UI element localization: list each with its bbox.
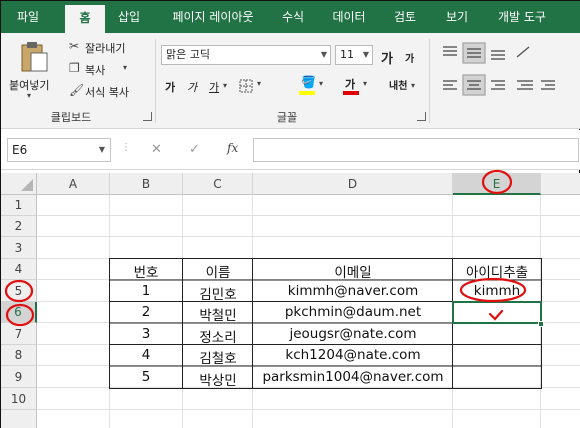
- insert-function-button[interactable]: fx: [227, 141, 238, 155]
- increase-font-button[interactable]: 가: [381, 48, 393, 67]
- format-painter-button[interactable]: 🖌 서식 복사: [67, 83, 147, 101]
- phonetic-button[interactable]: 내천: [389, 77, 407, 92]
- underline-dropdown-icon[interactable]: ▾: [223, 81, 227, 90]
- table-header-cell[interactable]: 아이디추출: [453, 261, 541, 281]
- table-cell[interactable]: parksmin1004@naver.com: [253, 369, 453, 385]
- chevron-down-icon: ▾: [257, 79, 262, 88]
- italic-button[interactable]: 가: [187, 79, 197, 95]
- cancel-icon[interactable]: ✕: [151, 142, 162, 157]
- cut-button[interactable]: ✂ 잘라내기: [67, 39, 147, 57]
- table-header-cell[interactable]: 이메일: [253, 261, 453, 281]
- table-header-cell[interactable]: 번호: [110, 261, 182, 281]
- formula-input[interactable]: [253, 138, 579, 162]
- paste-button[interactable]: 붙여넣기 ▾: [7, 39, 57, 101]
- more-options-icon: ⋮: [121, 142, 131, 153]
- group-divider: [155, 39, 156, 123]
- table-cell[interactable]: 1: [110, 283, 182, 299]
- table-cell[interactable]: 정소리: [183, 326, 253, 346]
- alignment-icons: [443, 42, 555, 96]
- clipboard-launcher-icon[interactable]: [143, 112, 152, 121]
- font-color-button[interactable]: 가 ▾: [341, 75, 373, 97]
- scissors-icon: ✂: [69, 39, 80, 53]
- font-size-value: 11: [340, 48, 354, 61]
- tab-home[interactable]: 홈: [65, 5, 105, 33]
- font-size-combo[interactable]: 11 ▼: [335, 45, 373, 65]
- table-cell[interactable]: 4: [110, 347, 182, 363]
- underline-button[interactable]: 가: [209, 79, 219, 95]
- table-cell[interactable]: 김철호: [183, 347, 253, 367]
- name-box-value: E6: [12, 143, 28, 157]
- border-button[interactable]: ▾: [237, 77, 271, 95]
- copy-icon: ❐: [69, 61, 80, 75]
- format-painter-label: 서식 복사: [85, 86, 129, 99]
- copy-label: 복사: [85, 64, 106, 77]
- tab-formulas[interactable]: 수식: [273, 1, 313, 33]
- table-cell[interactable]: 3: [110, 326, 182, 342]
- table-cell[interactable]: 박철민: [183, 304, 253, 324]
- font-color-swatch: [343, 91, 359, 95]
- phonetic-dropdown-icon[interactable]: ▾: [411, 81, 415, 90]
- copy-dropdown-icon: ▾: [123, 63, 128, 72]
- chevron-down-icon: ▼: [98, 145, 105, 154]
- table-cell[interactable]: kimmh@naver.com: [253, 283, 453, 299]
- tab-insert[interactable]: 삽입: [107, 1, 151, 33]
- table-cell[interactable]: 2: [110, 304, 182, 320]
- font-group-label: 글꼴: [276, 111, 298, 124]
- tab-developer[interactable]: 개발 도구: [487, 1, 557, 33]
- active-cell-e6[interactable]: [452, 301, 542, 324]
- font-color-label: 가: [345, 78, 356, 91]
- paintbrush-icon: 🖌: [69, 83, 85, 97]
- name-box[interactable]: E6 ▼: [7, 138, 111, 162]
- clipboard-group-label: 클립보드: [50, 111, 92, 124]
- fill-color-button[interactable]: 🪣 ▾: [297, 75, 329, 97]
- fill-handle[interactable]: [538, 321, 544, 327]
- tab-view[interactable]: 보기: [437, 1, 477, 33]
- table-cell[interactable]: pkchmin@daum.net: [253, 304, 453, 320]
- chevron-down-icon: ▾: [363, 79, 368, 88]
- font-launcher-icon[interactable]: [417, 112, 426, 121]
- chevron-down-icon: ▼: [320, 50, 327, 59]
- ribbon-tab-bar: 파일 홈 삽입 페이지 레이아웃 수식 데이터 검토 보기 개발 도구: [1, 1, 580, 33]
- border-icon: [239, 79, 253, 93]
- chevron-down-icon: ▼: [362, 50, 369, 59]
- ribbon: 붙여넣기 ▾ ✂ 잘라내기 ❐ 복사 ▾ 🖌 서식 복사 클립보드 맑은 고딕 …: [1, 33, 580, 129]
- tab-file[interactable]: 파일: [5, 1, 51, 33]
- chevron-down-icon: ▾: [319, 79, 324, 88]
- font-name-combo[interactable]: 맑은 고딕 ▼: [161, 45, 331, 65]
- tab-data[interactable]: 데이터: [323, 1, 375, 33]
- table-cell[interactable]: jeougsr@nate.com: [253, 326, 453, 342]
- decrease-font-button[interactable]: 가: [405, 50, 414, 65]
- excel-window: 파일 홈 삽입 페이지 레이아웃 수식 데이터 검토 보기 개발 도구 붙여넣기…: [0, 0, 580, 428]
- formula-bar: E6 ▼ ⋮ ✕ ✓ fx: [1, 130, 580, 170]
- worksheet-grid: A B C D E 1 2 3 4 5 6 7 8 9 10 번호 이름 이메일…: [1, 173, 580, 428]
- clipboard-icon: [21, 42, 48, 72]
- table-cell[interactable]: 박상민: [183, 369, 253, 389]
- table-cell[interactable]: kimmh: [453, 283, 541, 299]
- paint-bucket-icon: 🪣: [301, 75, 316, 89]
- copy-button[interactable]: ❐ 복사 ▾: [67, 61, 147, 79]
- table-cell[interactable]: 김민호: [183, 283, 253, 303]
- group-divider: [429, 39, 430, 123]
- tab-page-layout[interactable]: 페이지 레이아웃: [157, 1, 269, 33]
- bold-button[interactable]: 가: [165, 79, 175, 95]
- fill-color-swatch: [299, 91, 315, 95]
- font-name-value: 맑은 고딕: [166, 48, 210, 61]
- table-header-cell[interactable]: 이름: [183, 261, 253, 281]
- paste-dropdown-icon: ▾: [27, 91, 32, 100]
- table-cell[interactable]: 5: [110, 369, 182, 385]
- table-cell[interactable]: kch1204@nate.com: [253, 347, 453, 363]
- cut-label: 잘라내기: [85, 42, 126, 55]
- enter-check-icon[interactable]: ✓: [189, 142, 200, 157]
- tab-review[interactable]: 검토: [385, 1, 425, 33]
